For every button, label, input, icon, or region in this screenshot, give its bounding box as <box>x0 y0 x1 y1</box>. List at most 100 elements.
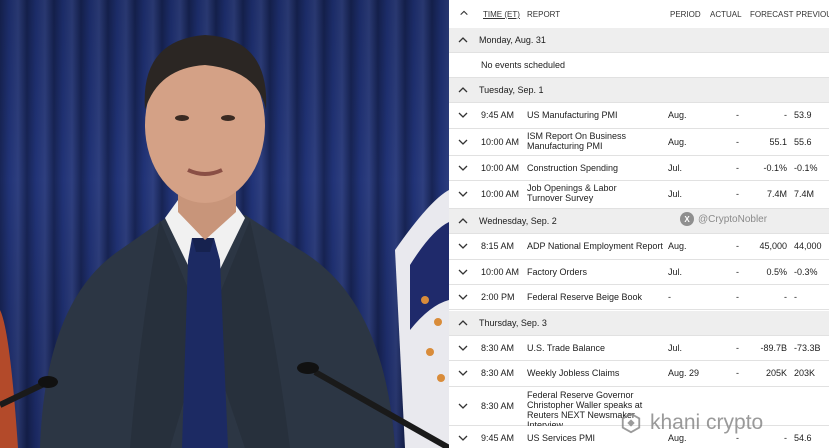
header-actual: ACTUAL <box>710 10 742 19</box>
chevron-down-icon[interactable] <box>457 240 469 252</box>
brand-text: khani crypto <box>650 411 764 434</box>
event-time: 8:30 AM <box>481 368 515 378</box>
chevron-down-icon[interactable] <box>457 188 469 200</box>
event-row[interactable]: 10:00 AM Job Openings & Labor Turnover S… <box>449 181 829 209</box>
chevron-down-icon[interactable] <box>457 342 469 354</box>
event-previous: 54.6 <box>794 433 812 443</box>
event-forecast: 7.4M <box>766 189 787 199</box>
event-row[interactable]: 9:45 AM US Manufacturing PMI Aug. - - 53… <box>449 103 829 129</box>
no-events-text: No events scheduled <box>481 60 566 70</box>
event-report: Weekly Jobless Claims <box>527 368 620 378</box>
event-actual: - <box>736 110 739 120</box>
event-row[interactable]: 8:30 AM Weekly Jobless Claims Aug. 29 - … <box>449 361 829 387</box>
event-time: 8:30 AM <box>481 343 515 353</box>
event-time: 9:45 AM <box>481 433 515 443</box>
calendar-header: TIME (ET) REPORT PERIOD ACTUAL FORECAST … <box>449 0 829 29</box>
event-time: 10:00 AM <box>481 267 520 277</box>
event-forecast: -89.7B <box>760 343 787 353</box>
day-row-monday[interactable]: Monday, Aug. 31 <box>449 28 829 53</box>
event-previous: 203K <box>794 368 816 378</box>
event-actual: - <box>736 137 739 147</box>
event-report: U.S. Trade Balance <box>527 343 606 353</box>
chevron-up-icon <box>457 34 469 46</box>
day-row-tuesday[interactable]: Tuesday, Sep. 1 <box>449 78 829 103</box>
event-forecast: -0.1% <box>763 163 787 173</box>
event-previous: 53.9 <box>794 110 812 120</box>
day-row-thursday[interactable]: Thursday, Sep. 3 <box>449 311 829 336</box>
event-period: Jul. <box>668 343 683 353</box>
event-report: Factory Orders <box>527 267 588 277</box>
chevron-down-icon[interactable] <box>457 367 469 379</box>
chevron-up-icon <box>457 84 469 96</box>
event-time: 10:00 AM <box>481 189 520 199</box>
event-forecast: - <box>784 292 787 302</box>
event-forecast: 45,000 <box>759 241 787 251</box>
event-forecast: 0.5% <box>766 267 787 277</box>
chevron-down-icon[interactable] <box>457 291 469 303</box>
event-row[interactable]: 8:30 AM U.S. Trade Balance Jul. - -89.7B… <box>449 336 829 361</box>
header-forecast: FORECAST <box>750 10 794 19</box>
chevron-down-icon[interactable] <box>457 136 469 148</box>
event-time: 2:00 PM <box>481 292 515 302</box>
day-label: Monday, Aug. 31 <box>479 35 546 45</box>
event-previous: -0.3% <box>794 267 818 277</box>
event-previous: 44,000 <box>794 241 822 251</box>
event-actual: - <box>736 189 739 199</box>
event-time: 8:30 AM <box>481 401 515 411</box>
event-row[interactable]: 2:00 PM Federal Reserve Beige Book - - -… <box>449 285 829 310</box>
event-previous: 7.4M <box>794 189 815 199</box>
event-actual: - <box>736 163 739 173</box>
header-report: REPORT <box>527 10 561 19</box>
event-report: ADP National Employment Report <box>527 241 663 251</box>
event-period: Aug. <box>668 241 687 251</box>
event-report: ISM Report On Business Manufacturing PMI <box>527 131 627 151</box>
event-period: Jul. <box>668 189 683 199</box>
event-actual: - <box>736 368 739 378</box>
header-previous: PREVIOUS <box>796 10 829 19</box>
event-row[interactable]: 8:15 AM ADP National Employment Report A… <box>449 234 829 260</box>
event-period: - <box>668 292 671 302</box>
header-time[interactable]: TIME (ET) <box>483 10 520 19</box>
day-row-wednesday[interactable]: Wednesday, Sep. 2 <box>449 209 829 234</box>
chevron-down-icon[interactable] <box>457 162 469 174</box>
day-label: Thursday, Sep. 3 <box>479 318 547 328</box>
event-time: 8:15 AM <box>481 241 515 251</box>
header-period: PERIOD <box>670 10 701 19</box>
chevron-up-icon <box>457 215 469 227</box>
event-forecast: 55.1 <box>769 137 787 147</box>
flag-left <box>0 310 18 448</box>
event-period: Jul. <box>668 163 683 173</box>
chevron-up-icon <box>457 317 469 329</box>
chevron-down-icon[interactable] <box>457 109 469 121</box>
event-row[interactable]: 10:00 AM ISM Report On Business Manufact… <box>449 129 829 156</box>
chevron-down-icon[interactable] <box>457 432 469 444</box>
chevron-down-icon[interactable] <box>457 266 469 278</box>
event-previous: -0.1% <box>794 163 818 173</box>
chevron-down-icon[interactable] <box>457 400 469 412</box>
event-period: Aug. <box>668 110 687 120</box>
event-period: Aug. <box>668 137 687 147</box>
event-forecast: 205K <box>765 368 787 378</box>
speaker-illustration <box>0 35 449 448</box>
eye-left <box>175 115 189 121</box>
event-report: US Manufacturing PMI <box>527 110 618 120</box>
event-actual: - <box>736 292 739 302</box>
brand-watermark: khani crypto <box>620 408 763 438</box>
header-collapse-all[interactable] <box>459 8 469 20</box>
event-actual: - <box>736 267 739 277</box>
event-period: Jul. <box>668 267 683 277</box>
eye-right <box>221 115 235 121</box>
event-time: 10:00 AM <box>481 137 520 147</box>
chevron-up-icon <box>460 10 468 16</box>
x-logo-icon: X <box>680 212 694 226</box>
event-actual: - <box>736 241 739 251</box>
event-row[interactable]: 10:00 AM Construction Spending Jul. - -0… <box>449 156 829 181</box>
speaker-photo <box>0 0 449 448</box>
event-report: Federal Reserve Beige Book <box>527 292 643 302</box>
event-row[interactable]: 10:00 AM Factory Orders Jul. - 0.5% -0.3… <box>449 260 829 285</box>
event-previous: 55.6 <box>794 137 812 147</box>
event-time: 10:00 AM <box>481 163 520 173</box>
day-label: Tuesday, Sep. 1 <box>479 85 544 95</box>
event-previous: - <box>794 292 797 302</box>
day-label: Wednesday, Sep. 2 <box>479 216 557 226</box>
